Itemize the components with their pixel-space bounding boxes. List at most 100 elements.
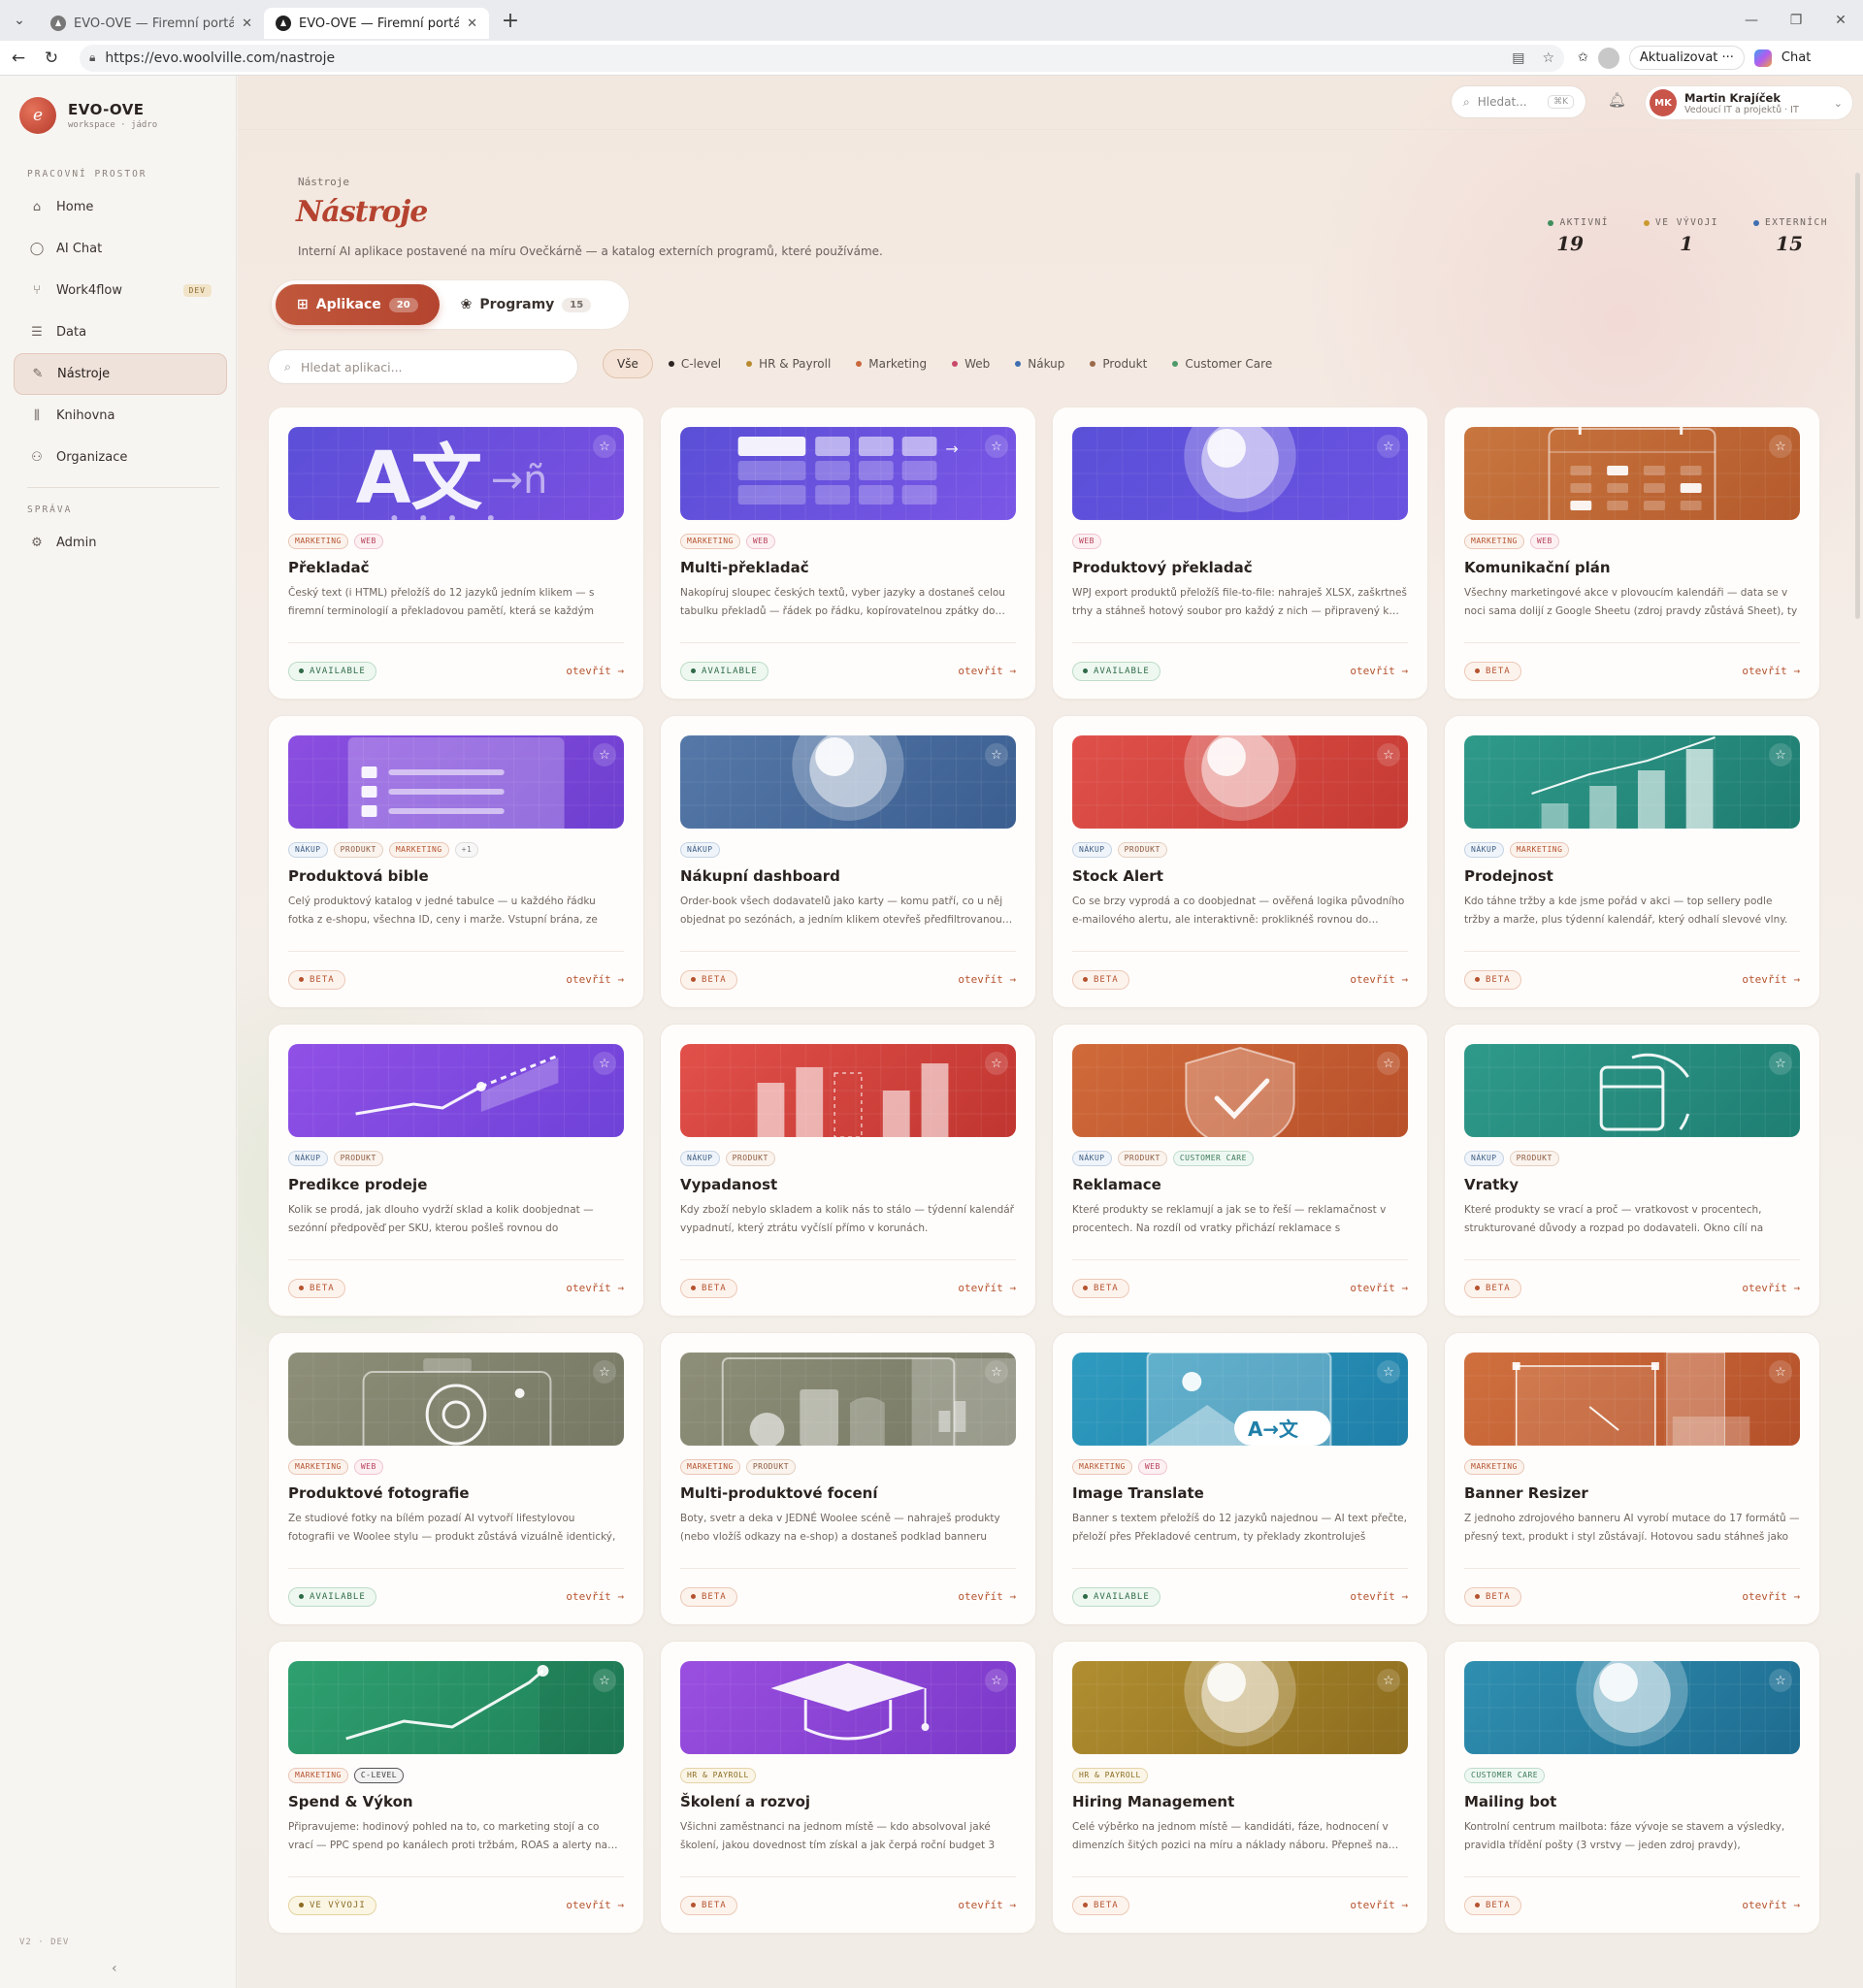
open-link[interactable]: otevřít → xyxy=(1350,973,1408,986)
sidebar-item-knihovna[interactable]: ⫼ Knihovna xyxy=(14,395,227,437)
browser-tab-1[interactable]: EVO-OVE — Firemní portál Ovečk ✕ xyxy=(39,8,264,39)
url-field[interactable]: 🔒︎ https://evo.woolville.com/nastroje ▤ … xyxy=(80,44,1564,72)
open-link[interactable]: otevřít → xyxy=(958,1899,1016,1911)
app-card[interactable]: ☆ NÁKUP PRODUKT Vypadanost Kdy zboží neby… xyxy=(660,1024,1036,1317)
favorite-star-icon[interactable]: ☆ xyxy=(985,1669,1008,1692)
app-card[interactable]: ☆ MARKETING Banner Resizer Z jednoho zdr… xyxy=(1444,1332,1820,1625)
open-link[interactable]: otevřít → xyxy=(1350,665,1408,677)
favorite-star-icon[interactable]: ☆ xyxy=(985,435,1008,458)
app-search-input[interactable]: ⌕ Hledat aplikaci... xyxy=(268,349,578,384)
favorite-star-icon[interactable]: ☆ xyxy=(593,1052,616,1075)
open-link[interactable]: otevřít → xyxy=(566,1590,624,1603)
close-tab-icon[interactable]: ✕ xyxy=(467,16,477,31)
favorite-star-icon[interactable]: ☆ xyxy=(593,435,616,458)
app-card[interactable]: ☆ WEB Produktový překladač WPJ export pr… xyxy=(1052,407,1428,700)
restore-icon[interactable]: ❐ xyxy=(1774,0,1818,41)
app-card[interactable]: ☆ NÁKUP PRODUKT MARKETING +1 Produktová bib… xyxy=(268,715,644,1008)
sidebar-item-admin[interactable]: ⚙ Admin xyxy=(14,522,227,564)
copilot-icon[interactable] xyxy=(1753,49,1772,67)
app-card[interactable]: ☆ MARKETING PRODUKT Multi-produktové foce… xyxy=(660,1332,1036,1625)
close-window-icon[interactable]: ✕ xyxy=(1818,0,1863,41)
favorite-star-icon[interactable]: ☆ xyxy=(985,743,1008,766)
app-card[interactable]: ☆ HR & PAYROLL Školení a rozvoj Všichni … xyxy=(660,1641,1036,1934)
app-card[interactable]: ☆ CUSTOMER CARE Mailing bot Kontrolní ce… xyxy=(1444,1641,1820,1934)
app-card[interactable]: ☆ NÁKUP PRODUKT Vratky Které produkty se … xyxy=(1444,1024,1820,1317)
app-card[interactable]: A→文 ☆ MARKETING WEB Image Translate Banne… xyxy=(1052,1332,1428,1625)
new-tab-button[interactable]: + xyxy=(495,5,526,36)
browser-profile-avatar[interactable] xyxy=(1597,47,1619,69)
app-card[interactable]: ☆ NÁKUP PRODUKT Predikce prodeje Kolik se… xyxy=(268,1024,644,1317)
open-link[interactable]: otevřít → xyxy=(958,1282,1016,1294)
back-arrow-icon[interactable]: ← xyxy=(4,44,33,73)
sidebar-item-work4flow[interactable]: ⑂ Work4flow DEV xyxy=(14,270,227,311)
open-link[interactable]: otevřít → xyxy=(958,973,1016,986)
app-card[interactable]: ☆ NÁKUP MARKETING Prodejnost Kdo táhne tr… xyxy=(1444,715,1820,1008)
open-link[interactable]: otevřít → xyxy=(566,1899,624,1911)
open-link[interactable]: otevřít → xyxy=(1742,665,1800,677)
open-link[interactable]: otevřít → xyxy=(1742,1899,1800,1911)
app-card[interactable]: A文 →ñ ☆ MARKETING WEB Překladač Český text… xyxy=(268,407,644,700)
favorite-star-icon[interactable]: ☆ xyxy=(593,1669,616,1692)
favorite-star-icon[interactable]: ☆ xyxy=(1542,50,1554,66)
filter-chip-c-level[interactable]: C-level xyxy=(659,349,731,378)
favorite-star-icon[interactable]: ☆ xyxy=(593,743,616,766)
open-link[interactable]: otevřít → xyxy=(1742,1590,1800,1603)
tab-applications[interactable]: ⊞ Aplikace 20 xyxy=(276,284,440,325)
favorite-star-icon[interactable]: ☆ xyxy=(1769,1360,1792,1384)
sidebar-item-ai-chat[interactable]: ◯ AI Chat xyxy=(14,228,227,270)
favorite-star-icon[interactable]: ☆ xyxy=(1769,1052,1792,1075)
favorite-star-icon[interactable]: ☆ xyxy=(985,1052,1008,1075)
sidebar-item-home[interactable]: ⌂ Home xyxy=(14,186,227,228)
favorite-star-icon[interactable]: ☆ xyxy=(1377,1669,1400,1692)
sidebar-item-data[interactable]: ☰ Data xyxy=(14,311,227,353)
filter-chip-n-kup[interactable]: Nákup xyxy=(1005,349,1074,378)
favorite-star-icon[interactable]: ☆ xyxy=(1769,1669,1792,1692)
favorite-star-icon[interactable]: ☆ xyxy=(1377,743,1400,766)
global-search[interactable]: ⌕ Hledat... ⌘K xyxy=(1451,85,1586,118)
open-link[interactable]: otevřít → xyxy=(1350,1590,1408,1603)
sidebar-item-organizace[interactable]: ⚇ Organizace xyxy=(14,437,227,478)
app-card[interactable]: ☆ MARKETING C-LEVEL Spend & Výkon Připrav… xyxy=(268,1641,644,1934)
app-card[interactable]: → ☆ MARKETING WEB Multi-překladač Nakopír… xyxy=(660,407,1036,700)
favorites-icon[interactable]: ✩ xyxy=(1578,50,1588,65)
filter-chip-marketing[interactable]: Marketing xyxy=(846,349,936,378)
open-link[interactable]: otevřít → xyxy=(1350,1282,1408,1294)
filter-chip-v-e[interactable]: Vše xyxy=(603,349,653,378)
chat-label[interactable]: Chat xyxy=(1781,50,1811,65)
open-link[interactable]: otevřít → xyxy=(1742,1282,1800,1294)
app-card[interactable]: ☆ NÁKUP PRODUKT CUSTOMER CARE Reklamace Kt… xyxy=(1052,1024,1428,1317)
open-link[interactable]: otevřít → xyxy=(566,1282,624,1294)
open-link[interactable]: otevřít → xyxy=(958,1590,1016,1603)
favorite-star-icon[interactable]: ☆ xyxy=(1377,1052,1400,1075)
scrollbar[interactable] xyxy=(1855,173,1860,619)
browser-tab-2[interactable]: EVO-OVE — Firemní portál Ovečk ✕ xyxy=(264,8,489,39)
sidebar-item-n-stroje[interactable]: ✎ Nástroje xyxy=(14,353,227,395)
user-menu[interactable]: MK Martin Krajíček Vedoucí IT a projektů… xyxy=(1645,85,1853,120)
minimize-icon[interactable]: — xyxy=(1729,0,1774,41)
filter-chip-produkt[interactable]: Produkt xyxy=(1080,349,1157,378)
bell-icon[interactable]: 🔔︎ xyxy=(1608,91,1626,109)
open-link[interactable]: otevřít → xyxy=(566,973,624,986)
favorite-star-icon[interactable]: ☆ xyxy=(1769,743,1792,766)
app-card[interactable]: ☆ NÁKUP Nákupní dashboard Order-book vše… xyxy=(660,715,1036,1008)
filter-chip-hr-payroll[interactable]: HR & Payroll xyxy=(736,349,840,378)
filter-chip-customer-care[interactable]: Customer Care xyxy=(1162,349,1282,378)
open-link[interactable]: otevřít → xyxy=(1350,1899,1408,1911)
tab-list-button[interactable]: ⌄ xyxy=(0,0,39,41)
collapse-sidebar-icon[interactable]: ‹ xyxy=(112,1961,117,1976)
close-tab-icon[interactable]: ✕ xyxy=(242,16,252,31)
tab-programs[interactable]: ❀ Programy 15 xyxy=(440,284,613,325)
open-link[interactable]: otevřít → xyxy=(958,665,1016,677)
favorite-star-icon[interactable]: ☆ xyxy=(1377,435,1400,458)
app-card[interactable]: ☆ HR & PAYROLL Hiring Management Celé vý… xyxy=(1052,1641,1428,1934)
favorite-star-icon[interactable]: ☆ xyxy=(1377,1360,1400,1384)
reader-mode-icon[interactable]: ▤ xyxy=(1512,50,1524,66)
favorite-star-icon[interactable]: ☆ xyxy=(985,1360,1008,1384)
update-button[interactable]: Aktualizovat ··· xyxy=(1628,46,1745,70)
favorite-star-icon[interactable]: ☆ xyxy=(1769,435,1792,458)
site-info-icon[interactable]: 🔒︎ xyxy=(89,50,95,65)
app-card[interactable]: ☆ MARKETING WEB Produktové fotografie Ze … xyxy=(268,1332,644,1625)
brand[interactable]: e EVO-OVE workspace · jádro xyxy=(19,97,157,134)
filter-chip-web[interactable]: Web xyxy=(942,349,999,378)
app-card[interactable]: ☆ MARKETING WEB Komunikační plán Všechny … xyxy=(1444,407,1820,700)
